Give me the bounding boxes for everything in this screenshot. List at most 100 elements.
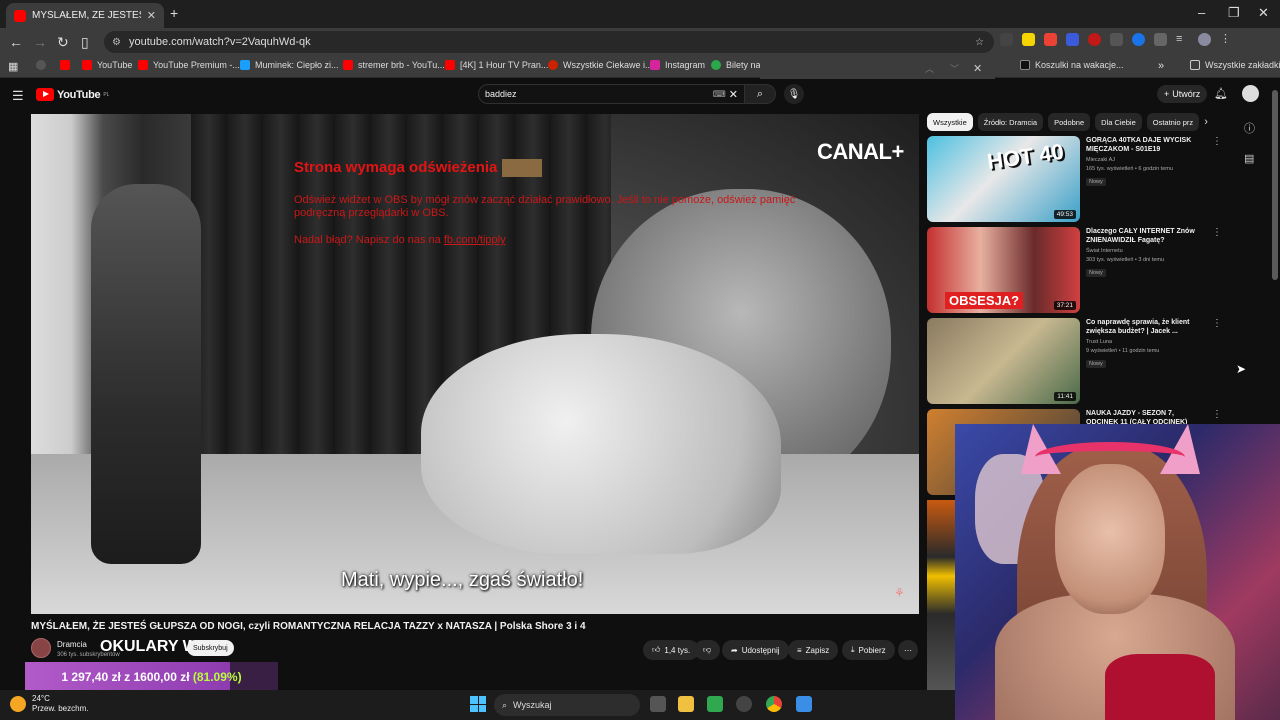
channel-name[interactable]: Dramcia: [57, 640, 87, 649]
like-button[interactable]: 👍︎ 1,4 tys.: [643, 640, 700, 660]
more-options-icon[interactable]: ⋮: [1212, 318, 1222, 404]
clear-search-icon[interactable]: ✕: [729, 88, 738, 101]
bookmark-star-icon[interactable]: ☆: [975, 37, 984, 48]
more-bookmarks-icon[interactable]: »: [1158, 60, 1164, 72]
back-icon[interactable]: ←: [9, 34, 23, 50]
recommendation-item[interactable]: 11:41 Co naprawdę sprawia, że klient zwi…: [927, 318, 1222, 404]
extension-icon[interactable]: [1066, 33, 1079, 46]
steam-icon: [240, 60, 250, 70]
bookmark-bilety[interactable]: Bilety na: [711, 60, 761, 70]
channel-brand-watermark: CANAL+: [817, 139, 904, 164]
chip-related[interactable]: Podobne: [1048, 113, 1091, 131]
bookmark-youtube[interactable]: YouTube: [82, 60, 132, 70]
chip-all[interactable]: Wszystkie: [927, 113, 973, 131]
more-options-icon[interactable]: ⋮: [1212, 136, 1222, 222]
find-close-icon[interactable]: ✕: [973, 62, 982, 75]
menu-icon[interactable]: ⋮: [1220, 33, 1233, 46]
video-thumbnail[interactable]: OBSESJA? 37:21: [927, 227, 1080, 313]
weather-widget[interactable]: 24°C Przew. bezchm.: [10, 694, 88, 714]
account-avatar[interactable]: [1242, 85, 1259, 102]
share-button[interactable]: ➦ Udostępnij: [722, 640, 789, 660]
apps-grid-icon[interactable]: ▦: [8, 60, 18, 73]
dislike-button[interactable]: 👎︎: [694, 640, 721, 660]
tab-title: MYŚLAŁEM, ŻE JESTEŚ GŁU: [32, 10, 141, 21]
site-info-icon[interactable]: ⚙: [112, 37, 121, 48]
keyboard-icon[interactable]: ⌨: [713, 89, 726, 100]
bookmark-icon[interactable]: [36, 60, 46, 70]
chip-source[interactable]: Źródło: Dramcia: [977, 113, 1044, 131]
page-scrollbar[interactable]: [1272, 90, 1278, 280]
find-next-icon[interactable]: ﹀: [950, 62, 959, 75]
more-icon: ⋯: [904, 645, 912, 655]
rec-channel[interactable]: Trust Luna: [1086, 339, 1204, 345]
extension-icon[interactable]: [1000, 33, 1013, 46]
chat-icon[interactable]: ▤: [1244, 152, 1254, 165]
bookmark-koszulki[interactable]: Koszulki na wakacje...: [1020, 60, 1124, 70]
save-button[interactable]: ≡ Zapisz: [788, 640, 839, 660]
profile-avatar[interactable]: [1198, 33, 1211, 46]
obs-help-link[interactable]: fb.com/tipply: [444, 234, 506, 246]
subscribe-button[interactable]: Subskrybuj: [187, 640, 234, 656]
bookmark-icon: [711, 60, 721, 70]
hamburger-menu-icon[interactable]: ☰: [12, 88, 24, 104]
video-thumbnail[interactable]: HOT 40 49:53: [927, 136, 1080, 222]
minimize-icon[interactable]: –: [1198, 5, 1205, 20]
all-bookmarks-folder[interactable]: Wszystkie zakładki: [1190, 60, 1280, 70]
recommendation-thumbnail-partial[interactable]: [927, 500, 955, 690]
instagram-icon: [650, 60, 660, 70]
bookmark-instagram[interactable]: Instagram: [650, 60, 705, 70]
taskbar-search[interactable]: ⌕ Wyszukaj: [494, 694, 640, 716]
recommendation-item[interactable]: HOT 40 49:53 GORĄCA 40TKA DAJE WYCISK MI…: [927, 136, 1222, 222]
bookmark-icon[interactable]: [60, 60, 70, 70]
task-view-icon[interactable]: [650, 696, 666, 712]
app-icon[interactable]: [736, 696, 752, 712]
extension-icon[interactable]: [1110, 33, 1123, 46]
find-prev-icon[interactable]: ︿: [925, 62, 934, 75]
bookmark-tv-prank[interactable]: [4K] 1 Hour TV Pran...: [445, 60, 548, 70]
more-options-icon[interactable]: ⋮: [1212, 227, 1222, 313]
close-window-icon[interactable]: ✕: [1258, 5, 1269, 21]
chrome-icon[interactable]: [766, 696, 782, 712]
rec-channel[interactable]: Mieczaki AJ: [1086, 157, 1204, 163]
bookmark-youtube-premium[interactable]: YouTube Premium -...: [138, 60, 240, 70]
forward-icon[interactable]: →: [33, 34, 47, 50]
info-icon[interactable]: ⓘ: [1244, 120, 1255, 136]
side-panel-icon[interactable]: ▯: [81, 34, 89, 51]
recommendation-item[interactable]: OBSESJA? 37:21 Dlaczego CAŁY INTERNET Zn…: [927, 227, 1222, 313]
extension-icon[interactable]: [1022, 33, 1035, 46]
video-thumbnail[interactable]: 11:41: [927, 318, 1080, 404]
store-icon[interactable]: [707, 696, 723, 712]
more-actions-button[interactable]: ⋯: [898, 640, 918, 660]
chip-recent[interactable]: Ostatnio prz: [1146, 113, 1200, 131]
chip-for-you[interactable]: Dla Ciebie: [1095, 113, 1142, 131]
voice-search-button[interactable]: 🎙: [784, 84, 804, 104]
notifications-bell-icon[interactable]: 🔔︎: [1214, 87, 1228, 100]
start-button[interactable]: [470, 696, 486, 712]
bookmark-wszystkie-ciekawe[interactable]: Wszystkie Ciekawe i...: [548, 60, 653, 70]
download-button[interactable]: ⤓ Pobierz: [842, 640, 895, 660]
close-tab-icon[interactable]: ✕: [147, 9, 156, 22]
reload-icon[interactable]: ↻: [57, 34, 69, 51]
browser-tab-active[interactable]: MYŚLAŁEM, ŻE JESTEŚ GŁU ✕: [6, 3, 164, 28]
maximize-icon[interactable]: ❐: [1228, 5, 1240, 21]
video-duration: 37:21: [1053, 301, 1076, 310]
youtube-logo[interactable]: YouTube PL: [36, 88, 109, 101]
omnibox[interactable]: ⚙ youtube.com/watch?v=2VaquhWd-qk ☆: [104, 31, 994, 53]
extension-icon[interactable]: [1044, 33, 1057, 46]
search-button[interactable]: ⌕: [744, 84, 776, 104]
bookmark-stremer-brb[interactable]: stremer brb - YouTu...: [343, 60, 445, 70]
create-button[interactable]: + Utwórz: [1157, 85, 1208, 103]
bookmark-muminek[interactable]: Muminek: Ciepło zi...: [240, 60, 339, 70]
channel-avatar[interactable]: [31, 638, 51, 658]
search-input[interactable]: baddiez ⌨ ✕: [478, 84, 745, 104]
extension-icon[interactable]: [1088, 33, 1101, 46]
notepad-icon[interactable]: [796, 696, 812, 712]
extension-icon[interactable]: [1132, 33, 1145, 46]
puzzle-icon[interactable]: [1154, 33, 1167, 46]
chips-next-icon[interactable]: ›: [1204, 113, 1208, 131]
file-explorer-icon[interactable]: [678, 696, 694, 712]
rec-channel[interactable]: Świat Internetu: [1086, 248, 1204, 254]
video-player[interactable]: CANAL+ Strona wymaga odświeżenia Odśwież…: [31, 114, 919, 614]
new-tab-button[interactable]: +: [170, 5, 178, 21]
tab-search-icon[interactable]: ≡: [1176, 33, 1189, 46]
